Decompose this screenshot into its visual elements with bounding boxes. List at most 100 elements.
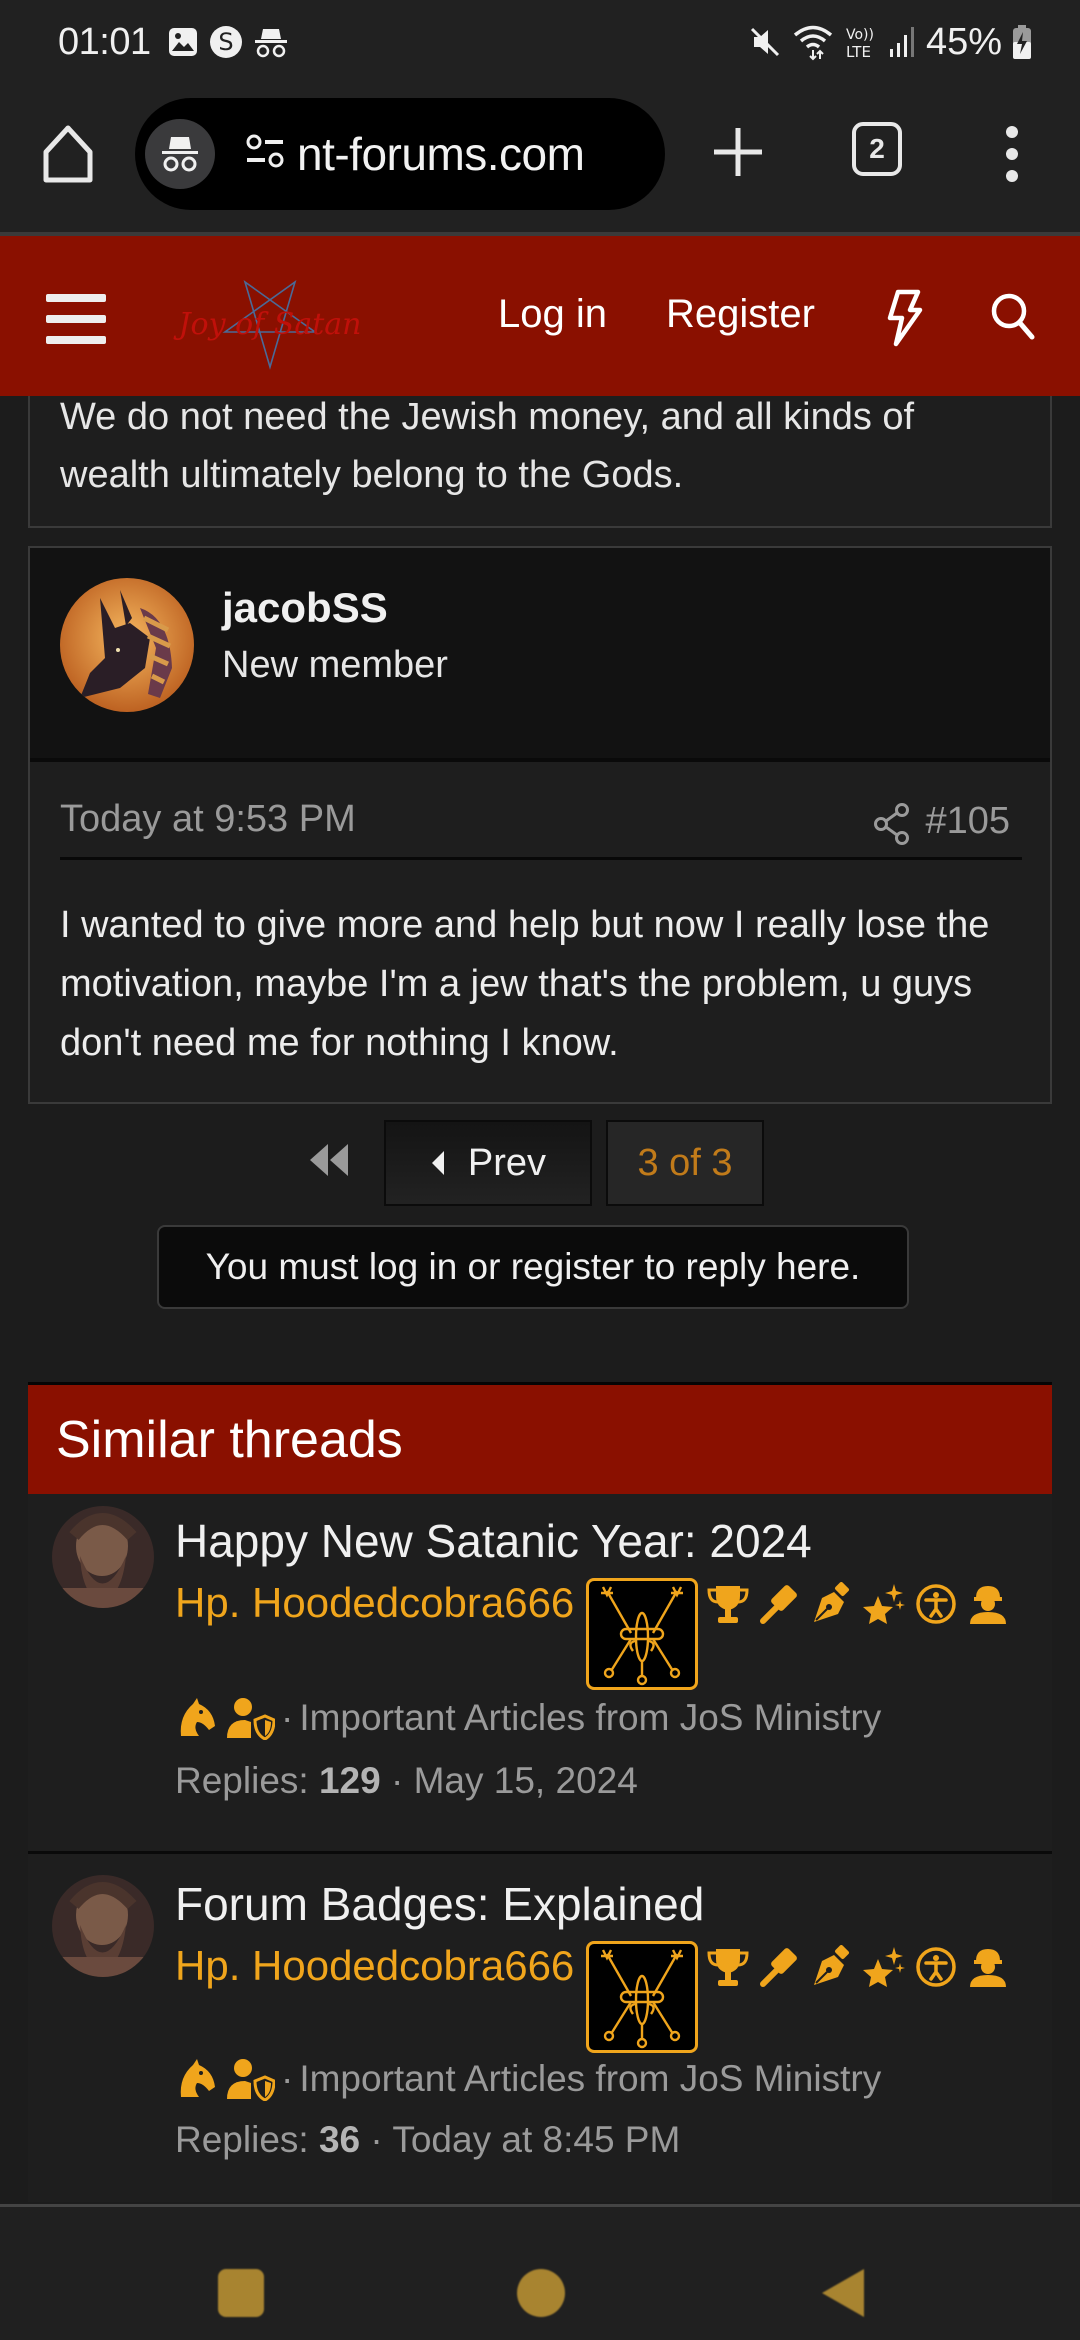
whats-new-button[interactable] bbox=[880, 288, 926, 348]
sparkle-star-icon bbox=[863, 1947, 906, 1987]
similar-thread-item[interactable]: Forum Badges: Explained Hp. Hoodedcobra6… bbox=[28, 1857, 1052, 2187]
signal-icon bbox=[888, 25, 916, 59]
search-button[interactable] bbox=[990, 292, 1036, 342]
post-user-block: jacobSS New member bbox=[30, 548, 1050, 762]
sigil-badge bbox=[586, 1941, 699, 2053]
post-date[interactable]: Today at 9:53 PM bbox=[60, 798, 356, 841]
pen-nib-icon bbox=[814, 1582, 850, 1622]
new-tab-button[interactable] bbox=[708, 122, 768, 182]
chess-knight-icon bbox=[180, 2059, 215, 2097]
mute-icon bbox=[748, 25, 782, 59]
worker-icon bbox=[970, 1949, 1007, 1987]
s-circle-icon: S bbox=[209, 25, 243, 59]
user-avatar[interactable] bbox=[60, 578, 194, 712]
svg-text:Vo)): Vo)) bbox=[846, 27, 874, 43]
gallery-icon bbox=[167, 26, 199, 58]
status-left: 01:01 S bbox=[58, 21, 289, 64]
previous-post-text: We do not need the Jewish money, and all… bbox=[60, 396, 915, 496]
thread-forum[interactable]: Important Articles from JoS Ministry bbox=[299, 1697, 881, 1739]
thread-author[interactable]: Hp. Hoodedcobra666 bbox=[175, 1576, 574, 1630]
post: jacobSS New member Today at 9:53 PM #105… bbox=[28, 546, 1052, 1104]
incognito-icon bbox=[162, 137, 198, 172]
hamburger-menu-button[interactable] bbox=[46, 294, 106, 344]
user-shield-icon bbox=[227, 2059, 275, 2101]
share-icon[interactable] bbox=[872, 802, 912, 846]
browser-menu-button[interactable] bbox=[1000, 124, 1024, 184]
chess-knight-icon bbox=[180, 1698, 215, 1736]
search-icon bbox=[991, 293, 1035, 340]
incognito-badge bbox=[145, 119, 215, 189]
svg-text:S: S bbox=[218, 28, 233, 56]
gavel-icon bbox=[760, 1585, 798, 1624]
post-meta: Today at 9:53 PM #105 bbox=[60, 798, 1022, 860]
page-indicator[interactable]: 3 of 3 bbox=[606, 1120, 764, 1206]
pen-nib-icon bbox=[814, 1945, 850, 1985]
prev-page-button[interactable]: Prev bbox=[384, 1120, 592, 1206]
home-button[interactable] bbox=[38, 120, 98, 190]
login-link[interactable]: Log in bbox=[498, 292, 607, 337]
first-page-button[interactable] bbox=[306, 1140, 352, 1180]
tab-switcher-button[interactable]: 2 bbox=[852, 122, 902, 176]
system-nav-bar bbox=[0, 2207, 1080, 2340]
separator-dot: · bbox=[281, 1697, 294, 1738]
post-username[interactable]: jacobSS bbox=[222, 584, 388, 632]
similar-threads: Similar threads Happy New Satanic Year: … bbox=[28, 1382, 1052, 2202]
browser-toolbar: nt-forums.com 2 bbox=[0, 84, 1080, 232]
lightning-icon bbox=[887, 289, 923, 347]
replies-label: Replies: bbox=[175, 2119, 309, 2160]
statue-avatar-image bbox=[52, 1506, 154, 1608]
user-shield-icon bbox=[227, 1698, 275, 1740]
pentagram-logo-icon: Joy of Satan bbox=[173, 280, 361, 370]
thread-forum[interactable]: Important Articles from JoS Ministry bbox=[299, 2058, 881, 2100]
separator-dot: · bbox=[390, 1760, 404, 1801]
accessibility-icon bbox=[916, 1947, 957, 1987]
forum-header: Joy of Satan Log in Register bbox=[0, 236, 1080, 396]
wifi-icon bbox=[792, 23, 834, 61]
svg-text:LTE: LTE bbox=[846, 43, 871, 61]
thread-date: Today at 8:45 PM bbox=[392, 2119, 681, 2160]
status-right: Vo)) LTE 45% bbox=[748, 21, 1032, 64]
sigil-badge bbox=[586, 1578, 699, 1690]
worker-icon bbox=[970, 1586, 1007, 1624]
hamburger-line bbox=[46, 294, 106, 302]
separator-dot: · bbox=[370, 2119, 383, 2160]
author-avatar[interactable] bbox=[52, 1506, 154, 1608]
site-logo[interactable]: Joy of Satan bbox=[165, 272, 375, 372]
prev-label: Prev bbox=[467, 1141, 547, 1184]
author-avatar[interactable] bbox=[52, 1875, 154, 1977]
back-button[interactable] bbox=[822, 2269, 864, 2317]
address-bar[interactable]: nt-forums.com bbox=[135, 98, 665, 210]
replies-count: 36 bbox=[318, 2119, 361, 2160]
more-vert-icon bbox=[1006, 126, 1018, 182]
recents-button[interactable] bbox=[218, 2269, 264, 2317]
trophy-icon bbox=[707, 1949, 749, 1986]
volte-lte-icon: Vo)) LTE bbox=[844, 23, 878, 61]
battery-charging-icon bbox=[1012, 24, 1032, 60]
double-chevron-left-icon bbox=[310, 1144, 348, 1176]
similar-thread-item[interactable]: Happy New Satanic Year: 2024 Hp. Hoodedc… bbox=[28, 1494, 1052, 1854]
thread-author-row: Hp. Hoodedcobra666 bbox=[175, 1576, 1010, 1690]
thread-forum-row: · Important Articles from JoS Ministry bbox=[175, 2057, 881, 2101]
accessibility-icon bbox=[916, 1584, 957, 1624]
anubis-avatar-image bbox=[60, 578, 194, 712]
status-bar: 01:01 S Vo)) LTE 45% bbox=[0, 0, 1080, 84]
statue-avatar-image bbox=[52, 1875, 154, 1977]
post-number-link[interactable]: #105 bbox=[925, 800, 1010, 843]
thread-title[interactable]: Happy New Satanic Year: 2024 bbox=[175, 1514, 812, 1568]
site-settings-icon[interactable] bbox=[245, 132, 285, 177]
thread-author-row: Hp. Hoodedcobra666 bbox=[175, 1939, 1010, 2053]
thread-stats: Replies: 129 · May 15, 2024 bbox=[175, 1760, 638, 1802]
thread-author[interactable]: Hp. Hoodedcobra666 bbox=[175, 1939, 574, 1993]
thread-title[interactable]: Forum Badges: Explained bbox=[175, 1877, 704, 1931]
home-nav-button[interactable] bbox=[517, 2269, 565, 2317]
similar-threads-heading: Similar threads bbox=[28, 1382, 1052, 1494]
trophy-icon bbox=[707, 1586, 749, 1623]
login-to-reply-notice[interactable]: You must log in or register to reply her… bbox=[157, 1225, 909, 1309]
thread-stats: Replies: 36 · Today at 8:45 PM bbox=[175, 2119, 680, 2161]
thread-forum-row: · Important Articles from JoS Ministry bbox=[175, 1696, 881, 1740]
register-link[interactable]: Register bbox=[666, 292, 815, 337]
url-text[interactable]: nt-forums.com bbox=[297, 127, 585, 181]
sparkle-star-icon bbox=[863, 1584, 906, 1624]
thread-date: May 15, 2024 bbox=[413, 1760, 638, 1801]
battery-percent: 45% bbox=[925, 20, 1002, 63]
